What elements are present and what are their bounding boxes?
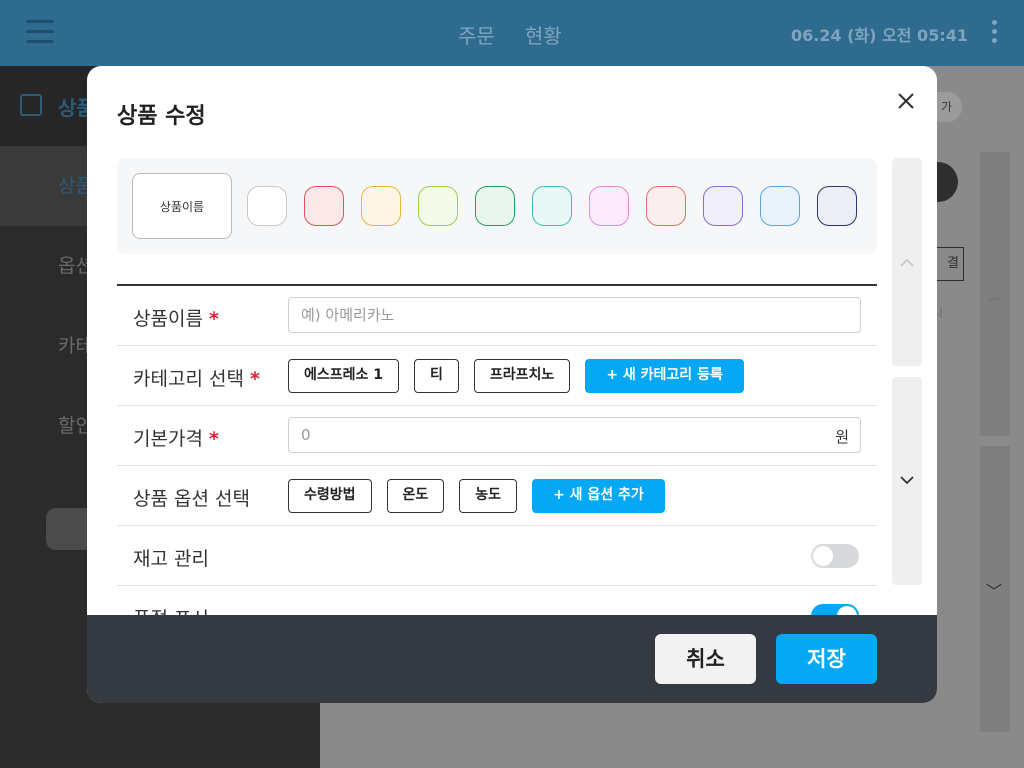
category-chip-tea[interactable]: 티 <box>414 359 459 393</box>
more-options-icon[interactable] <box>990 20 998 46</box>
color-swatch[interactable] <box>418 186 458 226</box>
option-chip-strength[interactable]: 농도 <box>459 479 518 513</box>
category-label: 카테고리 선택 * <box>133 368 260 390</box>
close-button[interactable] <box>891 86 921 116</box>
color-swatch[interactable] <box>247 186 287 226</box>
dialog-footer: 취소 저장 <box>87 615 937 703</box>
color-swatch[interactable] <box>703 186 743 226</box>
scroll-up-button[interactable] <box>892 158 922 366</box>
color-swatch[interactable] <box>646 186 686 226</box>
cancel-button[interactable]: 취소 <box>655 634 756 684</box>
soldout-label: 품절 표시 <box>133 604 209 615</box>
soldout-display-toggle[interactable] <box>811 604 859 615</box>
form-row-soldout: 품절 표시 <box>117 586 877 615</box>
form-row-name: 상품이름 * <box>117 286 877 346</box>
chevron-up-icon: ︿ <box>988 289 1002 305</box>
color-swatch[interactable] <box>304 186 344 226</box>
add-category-button[interactable]: + 새 카테고리 등록 <box>585 359 744 393</box>
nav-status[interactable]: 현황 <box>525 20 562 49</box>
edit-product-dialog: 상품 수정 상품이름 상품이름 * 카테고리 선택 * 에스프레소 1 티 <box>87 66 937 703</box>
category-chips: 에스프레소 1 티 프라프치노 + 새 카테고리 등록 <box>288 359 744 393</box>
currency-unit: 원 <box>835 428 849 446</box>
save-button[interactable]: 저장 <box>776 634 877 684</box>
nav-orders[interactable]: 주문 <box>458 20 495 49</box>
color-swatch[interactable] <box>361 186 401 226</box>
color-swatch[interactable] <box>475 186 515 226</box>
product-name-input[interactable] <box>288 297 861 333</box>
scroll-down-button[interactable] <box>892 377 922 585</box>
color-swatch[interactable] <box>532 186 572 226</box>
menu-icon[interactable] <box>26 20 56 44</box>
color-swatch[interactable] <box>817 186 857 226</box>
close-icon <box>898 93 914 109</box>
stock-label: 재고 관리 <box>133 548 209 570</box>
option-chip-temperature[interactable]: 온도 <box>386 479 445 513</box>
price-label: 기본가격 * <box>133 428 219 450</box>
options-label: 상품 옵션 선택 <box>133 488 250 510</box>
color-swatch[interactable] <box>589 186 629 226</box>
datetime-display: 06.24 (화) 오전 05:41 <box>790 26 968 45</box>
top-nav: 주문 현황 <box>458 20 562 49</box>
category-chip-frappuccino[interactable]: 프라프치노 <box>473 359 571 393</box>
color-swatch[interactable] <box>760 186 800 226</box>
base-price-input[interactable] <box>288 417 861 453</box>
product-form: 상품이름 * 카테고리 선택 * 에스프레소 1 티 프라프치노 + 새 카테고… <box>117 284 877 615</box>
form-row-stock: 재고 관리 <box>117 526 877 586</box>
option-chips: 수령방법 온도 농도 + 새 옵션 추가 <box>288 479 665 513</box>
add-option-button[interactable]: + 새 옵션 추가 <box>532 479 665 513</box>
category-chip-espresso[interactable]: 에스프레소 1 <box>288 359 400 393</box>
form-row-options: 상품 옵션 선택 수령방법 온도 농도 + 새 옵션 추가 <box>117 466 877 526</box>
color-picker: 상품이름 <box>117 158 877 254</box>
name-label: 상품이름 * <box>133 308 219 330</box>
stock-management-toggle[interactable] <box>811 544 859 568</box>
top-app-bar: 주문 현황 06.24 (화) 오전 05:41 <box>0 0 1024 66</box>
form-row-price: 기본가격 * 원 <box>117 406 877 466</box>
product-preview-tile[interactable]: 상품이름 <box>132 173 232 239</box>
edit-icon <box>20 94 42 116</box>
chevron-up-icon <box>900 258 914 267</box>
option-chip-pickup[interactable]: 수령방법 <box>288 479 372 513</box>
dialog-title: 상품 수정 <box>117 104 206 129</box>
chevron-down-icon: ﹀ <box>986 582 1003 601</box>
form-row-category: 카테고리 선택 * 에스프레소 1 티 프라프치노 + 새 카테고리 등록 <box>117 346 877 406</box>
chevron-down-icon <box>900 476 914 485</box>
